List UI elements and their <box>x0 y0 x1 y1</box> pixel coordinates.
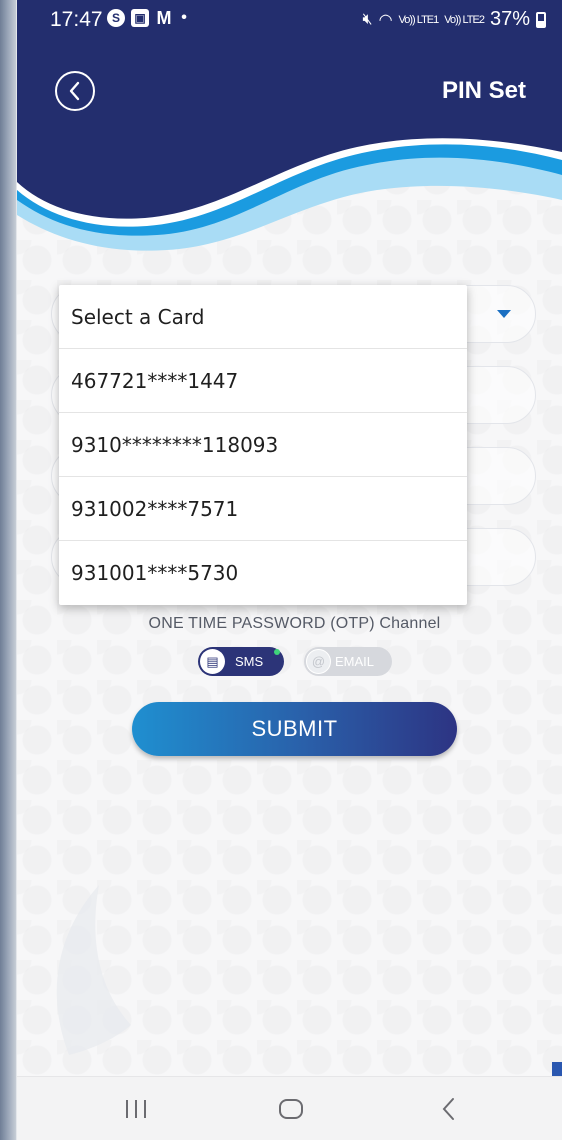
skype-icon: S <box>107 9 125 27</box>
dropdown-item-card[interactable]: 9310********118093 <box>59 413 467 477</box>
card-dropdown-menu: Select a Card 467721****1447 9310*******… <box>59 285 467 605</box>
status-bar: 17:47 S ▣ M • 🔇︎ ◠ Vo)) LTE1 Vo)) LTE2 3… <box>17 0 562 40</box>
sail-watermark-icon <box>56 885 131 1055</box>
sms-label: SMS <box>235 654 264 669</box>
mute-icon: 🔇︎ <box>362 10 373 28</box>
home-button[interactable] <box>275 1095 307 1123</box>
home-icon <box>279 1099 303 1119</box>
back-button[interactable] <box>55 71 95 111</box>
battery-percent: 37% <box>489 8 530 30</box>
status-time: 17:47 <box>50 8 103 31</box>
device-frame: 17:47 S ▣ M • 🔇︎ ◠ Vo)) LTE1 Vo)) LTE2 3… <box>0 0 562 1140</box>
system-status-icons: 🔇︎ ◠ Vo)) LTE1 Vo)) LTE2 37% <box>362 8 546 31</box>
more-notifications-icon: • <box>181 9 187 26</box>
signal-sim2-icon: Vo)) LTE2 <box>444 13 485 26</box>
dropdown-item-card[interactable]: 931001****5730 <box>59 541 467 605</box>
page-title: PIN Set <box>441 77 526 104</box>
dropdown-item-card[interactable]: 931002****7571 <box>59 477 467 541</box>
wifi-icon: ◠ <box>378 11 393 29</box>
recent-apps-button[interactable] <box>120 1095 152 1123</box>
battery-icon <box>536 11 546 28</box>
submit-button[interactable]: SUBMIT <box>132 702 457 756</box>
otp-channel-label: ONE TIME PASSWORD (OTP) Channel <box>148 615 441 632</box>
email-label: EMAIL <box>335 654 375 669</box>
system-back-button[interactable] <box>435 1095 463 1123</box>
at-sign-icon: @ <box>306 649 331 674</box>
sms-icon: ▤ <box>200 649 225 674</box>
back-chevron-icon <box>442 1098 454 1120</box>
recent-apps-icon <box>126 1100 146 1118</box>
notification-icons: S ▣ M • <box>107 9 189 27</box>
selected-indicator <box>274 649 280 655</box>
app-screen: 17:47 S ▣ M • 🔇︎ ◠ Vo)) LTE1 Vo)) LTE2 3… <box>17 0 562 1140</box>
dropdown-item-card[interactable]: 467721****1447 <box>59 349 467 413</box>
floating-tab-marker[interactable] <box>552 1062 562 1076</box>
system-navigation-bar <box>17 1076 562 1140</box>
sms-channel-toggle[interactable]: ▤ SMS <box>198 647 284 676</box>
dropdown-item-placeholder[interactable]: Select a Card <box>59 285 467 349</box>
signal-sim1-icon: Vo)) LTE1 <box>398 13 440 26</box>
gmail-icon: M <box>156 8 172 28</box>
dropdown-arrow-icon <box>497 310 511 318</box>
email-channel-toggle[interactable]: @ EMAIL <box>304 647 392 676</box>
gallery-icon: ▣ <box>131 9 149 27</box>
header-wave-background <box>17 40 562 251</box>
chevron-left-icon <box>69 81 80 101</box>
